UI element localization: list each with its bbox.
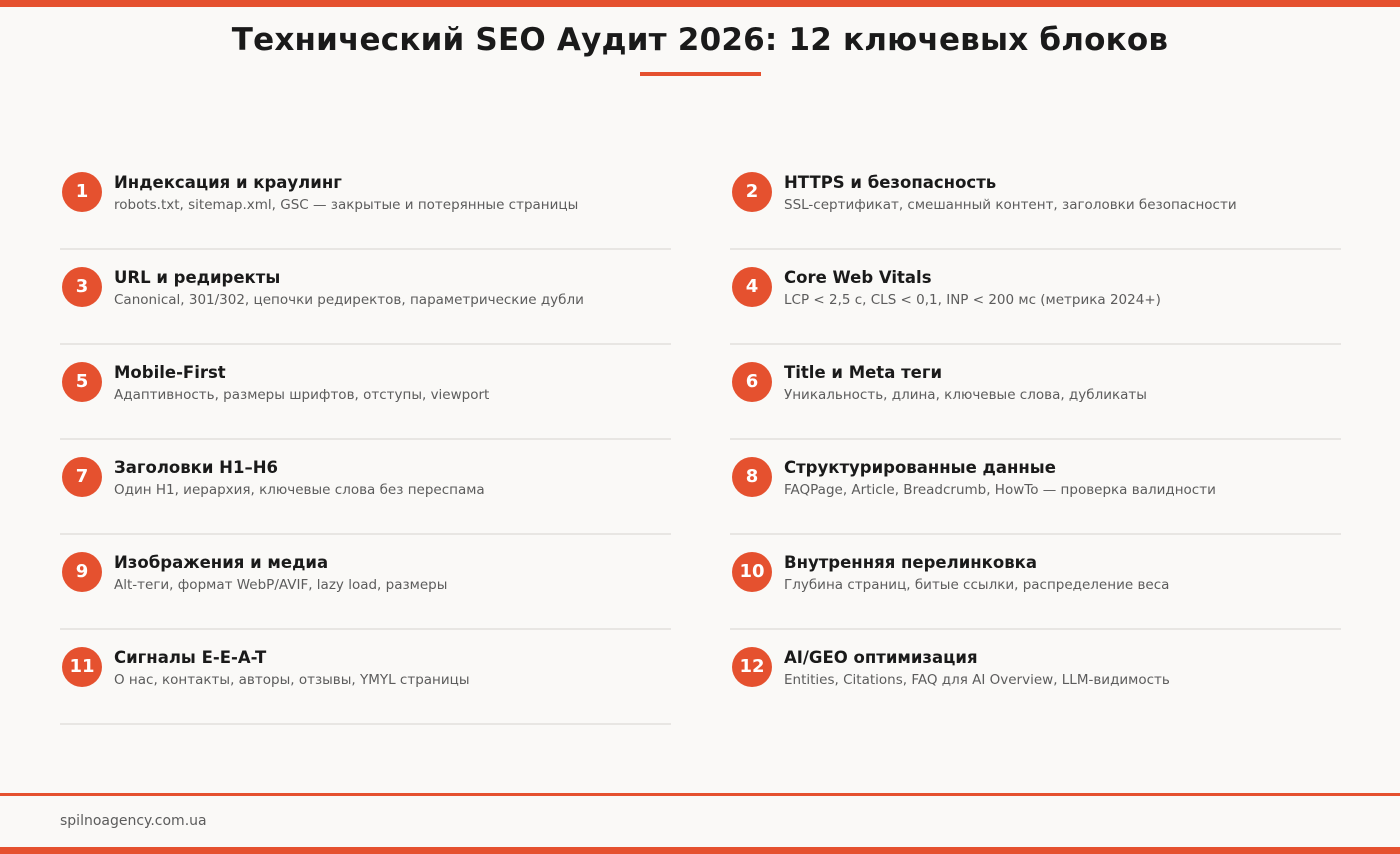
block-description: FAQPage, Article, Breadcrumb, HowTo — пр…	[784, 482, 1216, 498]
block-number-badge: 6	[732, 362, 772, 402]
block-description: LCP < 2,5 с, CLS < 0,1, INP < 200 мс (ме…	[784, 292, 1161, 308]
block-title: Mobile-First	[114, 363, 226, 382]
block-description: Canonical, 301/302, цепочки редиректов, …	[114, 292, 584, 308]
audit-block-10: 10 Внутренняя перелинковка Глубина стран…	[730, 535, 1341, 630]
audit-block-11: 11 Сигналы E-E-A-T О нас, контакты, авто…	[60, 630, 671, 725]
block-number-badge: 1	[62, 172, 102, 212]
block-number-badge: 11	[62, 647, 102, 687]
top-accent-bar	[0, 0, 1400, 7]
bottom-accent-bar	[0, 847, 1400, 854]
block-number-badge: 7	[62, 457, 102, 497]
block-number-badge: 5	[62, 362, 102, 402]
block-title: Заголовки H1–H6	[114, 458, 279, 477]
block-description: Alt-теги, формат WebP/AVIF, lazy load, р…	[114, 577, 448, 593]
block-description: SSL-сертификат, смешанный контент, загол…	[784, 197, 1237, 213]
block-number-badge: 9	[62, 552, 102, 592]
audit-block-12: 12 AI/GEO оптимизация Entities, Citation…	[730, 630, 1341, 723]
block-number-badge: 12	[732, 647, 772, 687]
block-number-badge: 3	[62, 267, 102, 307]
block-number-badge: 4	[732, 267, 772, 307]
block-title: Core Web Vitals	[784, 268, 932, 287]
block-title: Структурированные данные	[784, 458, 1056, 477]
audit-block-9: 9 Изображения и медиа Alt-теги, формат W…	[60, 535, 671, 630]
page-title: Технический SEO Аудит 2026: 12 ключевых …	[231, 22, 1169, 58]
audit-block-7: 7 Заголовки H1–H6 Один H1, иерархия, клю…	[60, 440, 671, 535]
block-title: Title и Meta теги	[784, 363, 943, 382]
footer-divider	[0, 793, 1400, 796]
footer-site-link[interactable]: spilnoagency.com.ua	[60, 813, 207, 829]
block-description: О нас, контакты, авторы, отзывы, YMYL ст…	[114, 672, 470, 688]
audit-block-3: 3 URL и редиректы Canonical, 301/302, це…	[60, 250, 671, 345]
block-description: Адаптивность, размеры шрифтов, отступы, …	[114, 387, 490, 403]
audit-block-4: 4 Core Web Vitals LCP < 2,5 с, CLS < 0,1…	[730, 250, 1341, 345]
block-description: Один H1, иерархия, ключевые слова без пе…	[114, 482, 485, 498]
block-title: URL и редиректы	[114, 268, 281, 287]
title-underline	[640, 72, 761, 76]
block-title: HTTPS и безопасность	[784, 173, 997, 192]
block-description: Уникальность, длина, ключевые слова, дуб…	[784, 387, 1147, 403]
block-title: Сигналы E-E-A-T	[114, 648, 267, 667]
right-column: 2 HTTPS и безопасность SSL-сертификат, с…	[730, 155, 1341, 723]
audit-block-8: 8 Структурированные данные FAQPage, Arti…	[730, 440, 1341, 535]
audit-block-6: 6 Title и Meta теги Уникальность, длина,…	[730, 345, 1341, 440]
block-number-badge: 8	[732, 457, 772, 497]
block-title: Индексация и краулинг	[114, 173, 342, 192]
audit-block-5: 5 Mobile-First Адаптивность, размеры шри…	[60, 345, 671, 440]
block-description: Entities, Citations, FAQ для AI Overview…	[784, 672, 1170, 688]
block-number-badge: 10	[732, 552, 772, 592]
left-column: 1 Индексация и краулинг robots.txt, site…	[60, 155, 671, 725]
block-title: AI/GEO оптимизация	[784, 648, 978, 667]
audit-block-1: 1 Индексация и краулинг robots.txt, site…	[60, 155, 671, 250]
audit-block-2: 2 HTTPS и безопасность SSL-сертификат, с…	[730, 155, 1341, 250]
block-description: robots.txt, sitemap.xml, GSC — закрытые …	[114, 197, 579, 213]
block-description: Глубина страниц, битые ссылки, распредел…	[784, 577, 1170, 593]
block-number-badge: 2	[732, 172, 772, 212]
block-title: Изображения и медиа	[114, 553, 329, 572]
block-title: Внутренняя перелинковка	[784, 553, 1037, 572]
